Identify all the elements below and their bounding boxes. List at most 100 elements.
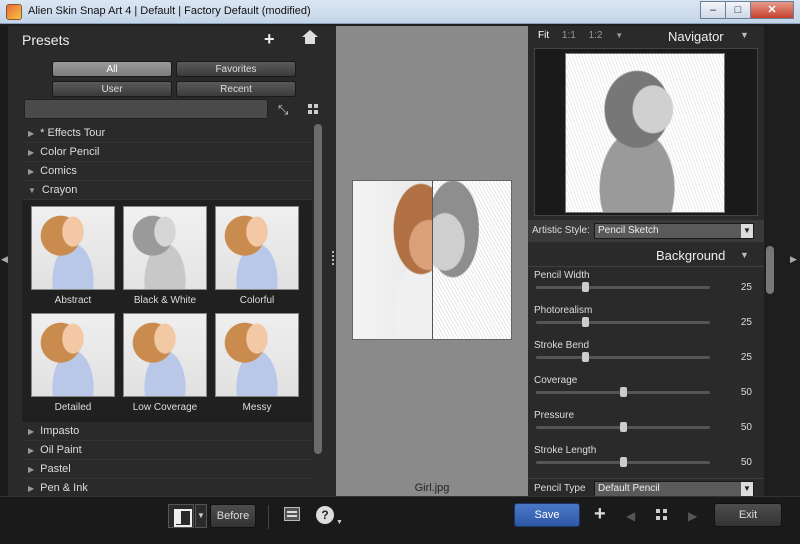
preview-image[interactable] <box>352 180 512 340</box>
expand-arrow-icon[interactable]: ▶ <box>28 446 34 455</box>
before-button[interactable]: Before <box>210 504 256 528</box>
preset-thumbnail-image[interactable] <box>215 313 299 397</box>
category-effects-tour[interactable]: ▶ * Effects Tour <box>22 124 312 143</box>
expand-arrow-icon[interactable]: ▶ <box>28 167 34 176</box>
zoom-1-1-button[interactable]: 1:1 <box>562 30 576 41</box>
slider-knob[interactable] <box>582 282 589 292</box>
category-label: * Effects Tour <box>40 127 106 139</box>
expand-arrow-icon[interactable]: ▶ <box>28 148 34 157</box>
previous-arrow-icon[interactable]: ◀ <box>626 509 635 523</box>
add-preset-icon[interactable]: + <box>264 29 275 50</box>
chevron-down-icon[interactable]: ▼ <box>741 482 753 496</box>
preset-thumbnail-image[interactable] <box>31 206 115 290</box>
slider-track[interactable] <box>536 282 710 292</box>
collapse-right-arrow-icon[interactable]: ▶ <box>790 254 797 265</box>
category-oil-paint[interactable]: ▶ Oil Paint <box>22 441 312 460</box>
collapse-arrow-icon[interactable]: ▼ <box>28 186 36 195</box>
add-layer-icon[interactable]: + <box>594 503 606 526</box>
slider-knob[interactable] <box>582 317 589 327</box>
view-mode-dropdown-icon[interactable]: ▼ <box>195 504 207 528</box>
section-divider <box>528 266 764 267</box>
category-impasto[interactable]: ▶ Impasto <box>22 422 312 441</box>
crayon-thumbnails: Abstract Black & White Colorful Detailed… <box>22 200 312 422</box>
pencil-type-select[interactable]: Default Pencil ▼ <box>594 481 754 497</box>
preset-thumb-label: Low Coverage <box>132 402 198 413</box>
save-button[interactable]: Save <box>514 503 580 527</box>
grip-dots-icon[interactable] <box>332 251 334 265</box>
slider-knob[interactable] <box>620 387 627 397</box>
collapse-all-icon[interactable]: ⤡ <box>278 102 288 118</box>
background-dropdown-icon[interactable]: ▼ <box>740 250 749 260</box>
collapse-left-arrow-icon[interactable]: ◀ <box>1 254 8 265</box>
toolbar-separator <box>268 505 269 529</box>
pencil-type-label: Pencil Type <box>534 483 586 494</box>
category-color-pencil[interactable]: ▶ Color Pencil <box>22 143 312 162</box>
slider-knob[interactable] <box>582 352 589 362</box>
expand-arrow-icon[interactable]: ▶ <box>28 427 34 436</box>
pencil-type-row: Pencil Type Default Pencil ▼ <box>528 481 764 497</box>
section-divider <box>528 478 764 479</box>
slider-track[interactable] <box>536 457 710 467</box>
slider-row: Stroke Length 50 <box>528 445 764 477</box>
preset-thumbnail-image[interactable] <box>123 206 207 290</box>
preset-thumb-colorful[interactable]: Colorful <box>215 206 299 306</box>
zoom-fit-button[interactable]: Fit <box>538 30 549 41</box>
minimize-button[interactable]: – <box>700 1 726 19</box>
category-pastel[interactable]: ▶ Pastel <box>22 460 312 479</box>
expand-arrow-icon[interactable]: ▶ <box>28 484 34 493</box>
slider-track[interactable] <box>536 317 710 327</box>
presets-scrollbar[interactable] <box>314 124 322 454</box>
filter-user-button[interactable]: User <box>52 81 172 97</box>
split-divider[interactable] <box>432 181 433 339</box>
preset-thumb-low-coverage[interactable]: Low Coverage <box>123 313 207 413</box>
preset-thumb-black-white[interactable]: Black & White <box>123 206 207 306</box>
navigator-dropdown-icon[interactable]: ▼ <box>740 30 749 40</box>
preset-thumbnail-image[interactable] <box>123 313 207 397</box>
maximize-button[interactable]: □ <box>725 1 751 19</box>
grid-view-icon[interactable] <box>308 104 318 114</box>
filter-recent-button[interactable]: Recent <box>176 81 296 97</box>
bottom-toolbar: ▼ Before ? ▼ Save + ◀ ▶ Exit <box>0 496 800 544</box>
right-collapse-edge[interactable]: ▶ <box>764 26 800 496</box>
title-bar: Alien Skin Snap Art 4 | Default | Factor… <box>0 0 800 24</box>
preset-thumb-messy[interactable]: Messy <box>215 313 299 413</box>
preset-search-input[interactable] <box>24 99 268 119</box>
slider-label: Stroke Bend <box>534 340 590 351</box>
slider-track[interactable] <box>536 422 710 432</box>
expand-arrow-icon[interactable]: ▶ <box>28 129 34 138</box>
settings-panel-icon[interactable] <box>284 507 300 521</box>
expand-arrow-icon[interactable]: ▶ <box>28 465 34 474</box>
close-button[interactable]: ✕ <box>750 1 794 19</box>
category-comics[interactable]: ▶ Comics <box>22 162 312 181</box>
slider-value: 50 <box>740 387 752 398</box>
help-icon[interactable]: ? <box>316 506 334 524</box>
slider-track[interactable] <box>536 352 710 362</box>
slider-knob[interactable] <box>620 422 627 432</box>
home-icon[interactable] <box>302 30 318 46</box>
artistic-style-select[interactable]: Pencil Sketch ▼ <box>594 223 754 239</box>
left-collapse-edge[interactable]: ◀ <box>0 26 8 496</box>
slider-row: Pressure 50 <box>528 410 764 442</box>
next-arrow-icon[interactable]: ▶ <box>688 509 697 523</box>
grid-layout-icon[interactable] <box>656 509 667 520</box>
chevron-down-icon[interactable]: ▼ <box>741 224 753 238</box>
settings-scrollbar[interactable] <box>766 246 774 294</box>
filter-favorites-button[interactable]: Favorites <box>176 61 296 77</box>
split-view-icon[interactable] <box>168 504 194 528</box>
app-icon <box>6 4 22 20</box>
preset-thumbnail-image[interactable] <box>31 313 115 397</box>
zoom-dropdown-icon[interactable]: ▼ <box>615 31 623 40</box>
preset-thumb-abstract[interactable]: Abstract <box>31 206 115 306</box>
preset-thumb-detailed[interactable]: Detailed <box>31 313 115 413</box>
zoom-1-2-button[interactable]: 1:2 <box>589 30 603 41</box>
slider-row: Photorealism 25 <box>528 305 764 337</box>
filter-all-button[interactable]: All <box>52 61 172 77</box>
navigator-thumbnail[interactable] <box>565 53 725 213</box>
slider-track[interactable] <box>536 387 710 397</box>
exit-button[interactable]: Exit <box>714 503 782 527</box>
slider-knob[interactable] <box>620 457 627 467</box>
preset-list: ▶ * Effects Tour ▶ Color Pencil ▶ Comics ▼ C… <box>22 124 312 498</box>
help-dropdown-icon[interactable]: ▼ <box>336 519 343 526</box>
preset-thumbnail-image[interactable] <box>215 206 299 290</box>
category-crayon[interactable]: ▼ Crayon <box>22 181 312 200</box>
